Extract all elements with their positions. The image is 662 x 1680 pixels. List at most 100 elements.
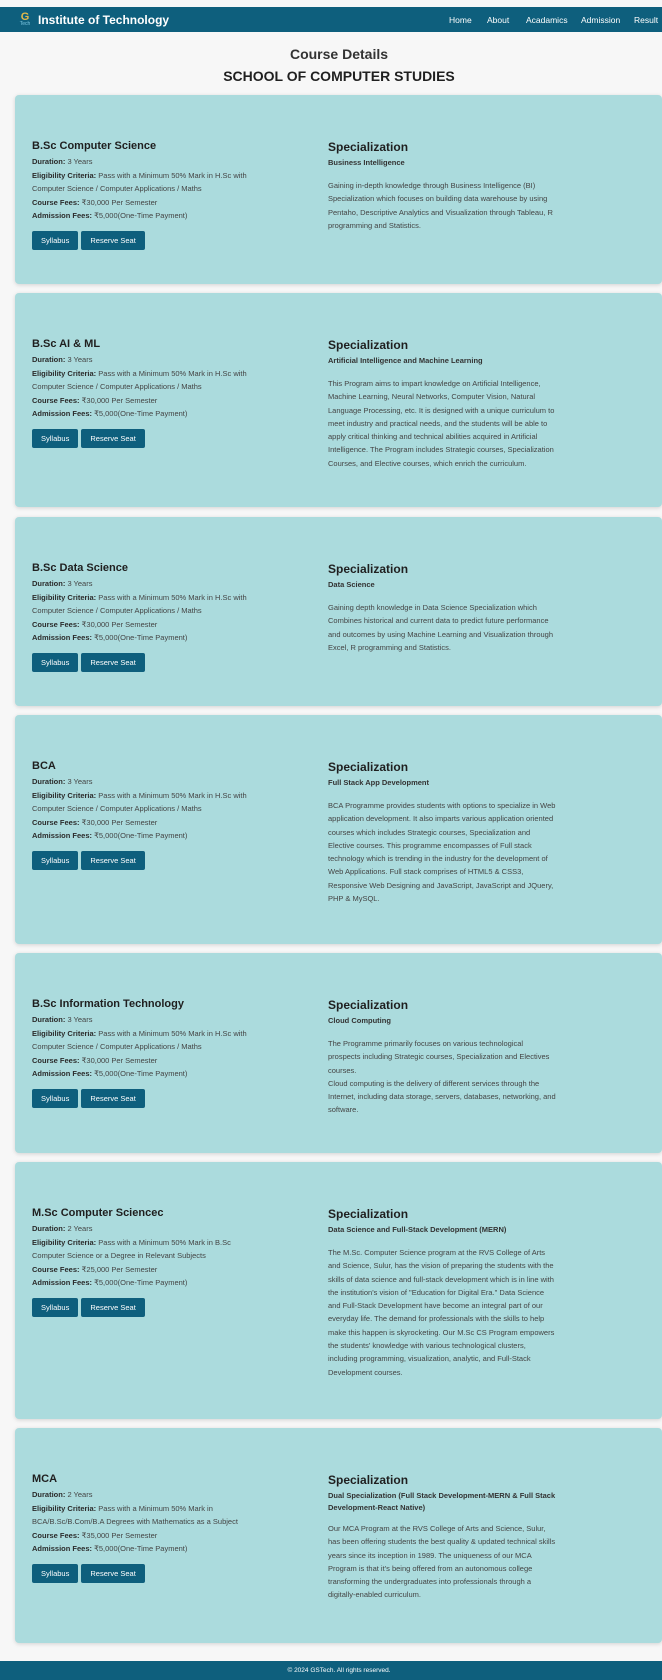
specialization-description: This Program aims to impart knowledge on… (328, 379, 555, 468)
eligibility-value-cont: Computer Science or a Degree in Relevant… (32, 1251, 206, 1260)
admission-value: ₹5,000(One-Time Payment) (94, 1544, 188, 1553)
specialization-heading: Specialization (328, 1207, 409, 1221)
admission-value: ₹5,000(One-Time Payment) (94, 633, 188, 642)
navbar: G Tech Institute of Technology Home Abou… (0, 7, 662, 32)
fees-label: Course Fees: (32, 619, 80, 629)
specialization-name: Full Stack App Development (328, 778, 429, 787)
specialization-description: The Programme primarily focuses on vario… (328, 1039, 556, 1115)
specialization-description: Gaining depth knowledge in Data Science … (328, 603, 554, 652)
eligibility-value: Pass with a Minimum 50% Mark in (98, 1503, 213, 1513)
school-title: SCHOOL OF COMPUTER STUDIES (223, 68, 455, 84)
course-name: BCA (32, 760, 56, 772)
page-title: Course Details (289, 46, 389, 62)
course-card: B.Sc Data Science Duration: 3 Years Elig… (15, 517, 662, 706)
specialization-heading: Specialization (328, 760, 409, 774)
fees-value: ₹30,000 Per Semester (81, 395, 158, 405)
duration-value: 3 Years (67, 1015, 93, 1024)
reserve-seat-button[interactable]: Reserve Seat (81, 230, 145, 250)
admission-label: Admission Fees: (32, 1278, 93, 1287)
duration-label: Duration: (32, 1224, 66, 1233)
specialization-name: Cloud Computing (328, 1016, 391, 1025)
fees-label: Course Fees: (32, 1055, 80, 1065)
fees-value: ₹30,000 Per Semester (81, 197, 158, 207)
syllabus-button[interactable]: Syllabus (32, 230, 79, 250)
specialization-heading: Specialization (328, 998, 409, 1012)
course-card: B.Sc AI & ML Duration: 3 Years Eligibili… (15, 293, 662, 507)
course-name: B.Sc Information Technology (32, 998, 184, 1010)
admission-label: Admission Fees: (32, 831, 93, 840)
course-card: MCA Duration: 2 Years Eligibility Criter… (15, 1428, 662, 1643)
nav-link-academics[interactable]: Acadamics (526, 15, 568, 25)
course-card: B.Sc Computer Science Duration: 3 Years … (15, 95, 662, 284)
fees-value: ₹30,000 Per Semester (81, 619, 158, 629)
course-name: MCA (32, 1473, 58, 1485)
specialization-description: Our MCA Program at the RVS College of Ar… (328, 1524, 556, 1600)
reserve-seat-button[interactable]: Reserve Seat (81, 1297, 145, 1317)
fees-value: ₹30,000 Per Semester (81, 1055, 158, 1065)
eligibility-value: Pass with a Minimum 50% Mark in H.Sc wit… (98, 1028, 247, 1038)
syllabus-button[interactable]: Syllabus (32, 1297, 79, 1317)
eligibility-value-cont: Computer Science / Computer Applications… (32, 184, 202, 193)
course-name: B.Sc AI & ML (32, 338, 101, 350)
admission-value: ₹5,000(One-Time Payment) (94, 1278, 188, 1287)
reserve-seat-button[interactable]: Reserve Seat (81, 1088, 145, 1108)
eligibility-value: Pass with a Minimum 50% Mark in H.Sc wit… (98, 592, 247, 602)
specialization-name: Dual Specialization (Full Stack Developm… (328, 1491, 556, 1512)
admission-label: Admission Fees: (32, 633, 93, 642)
copyright-text: © 2024 GSTech. All rights reserved. (287, 1667, 391, 1674)
syllabus-button[interactable]: Syllabus (32, 1088, 79, 1108)
reserve-seat-button[interactable]: Reserve Seat (81, 428, 145, 448)
duration-value: 3 Years (67, 777, 93, 786)
footer: © 2024 GSTech. All rights reserved. (0, 1661, 662, 1680)
duration-label: Duration: (32, 1490, 66, 1499)
fees-label: Course Fees: (32, 1264, 80, 1274)
specialization-name: Data Science (328, 580, 375, 589)
specialization-description: BCA Programme provides students with opt… (328, 801, 556, 904)
duration-value: 3 Years (67, 157, 93, 166)
nav-links: Home About Acadamics Admission Result (0, 7, 662, 32)
specialization-heading: Specialization (328, 562, 409, 576)
eligibility-value: Pass with a Minimum 50% Mark in H.Sc wit… (98, 170, 247, 180)
reserve-seat-button[interactable]: Reserve Seat (81, 850, 145, 870)
nav-link-about[interactable]: About (487, 15, 509, 25)
fees-value: ₹35,000 Per Semester (81, 1530, 158, 1540)
duration-label: Duration: (32, 1015, 66, 1024)
eligibility-value-cont: BCA/B.Sc/B.Com/B.A Degrees with Mathemat… (32, 1517, 238, 1526)
admission-label: Admission Fees: (32, 1544, 93, 1553)
nav-link-home[interactable]: Home (449, 15, 472, 25)
specialization-name: Data Science and Full-Stack Development … (328, 1225, 507, 1234)
eligibility-label: Eligibility Criteria: (32, 592, 97, 602)
eligibility-value: Pass with a Minimum 50% Mark in H.Sc wit… (98, 368, 247, 378)
syllabus-button[interactable]: Syllabus (32, 428, 79, 448)
duration-label: Duration: (32, 579, 66, 588)
eligibility-value-cont: Computer Science / Computer Applications… (32, 1042, 202, 1051)
specialization-name: Business Intelligence (328, 158, 405, 167)
duration-value: 3 Years (67, 355, 93, 364)
admission-value: ₹5,000(One-Time Payment) (94, 409, 188, 418)
nav-link-result[interactable]: Result (634, 15, 658, 25)
duration-label: Duration: (32, 355, 66, 364)
eligibility-label: Eligibility Criteria: (32, 1028, 97, 1038)
course-card: BCA Duration: 3 Years Eligibility Criter… (15, 715, 662, 944)
reserve-seat-button[interactable]: Reserve Seat (81, 1563, 145, 1583)
syllabus-button[interactable]: Syllabus (32, 652, 79, 672)
duration-label: Duration: (32, 777, 66, 786)
syllabus-button[interactable]: Syllabus (32, 1563, 79, 1583)
admission-value: ₹5,000(One-Time Payment) (94, 831, 188, 840)
duration-label: Duration: (32, 157, 66, 166)
duration-value: 2 Years (67, 1490, 93, 1499)
course-card: B.Sc Information Technology Duration: 3 … (15, 953, 662, 1153)
fees-value: ₹30,000 Per Semester (81, 817, 158, 827)
specialization-heading: Specialization (328, 338, 409, 352)
syllabus-button[interactable]: Syllabus (32, 850, 79, 870)
duration-value: 2 Years (67, 1224, 93, 1233)
eligibility-value-cont: Computer Science / Computer Applications… (32, 382, 202, 391)
reserve-seat-button[interactable]: Reserve Seat (81, 652, 145, 672)
eligibility-label: Eligibility Criteria: (32, 1503, 97, 1513)
fees-label: Course Fees: (32, 395, 80, 405)
course-card: M.Sc Computer Sciencec Duration: 2 Years… (15, 1162, 662, 1419)
specialization-heading: Specialization (328, 140, 409, 154)
admission-value: ₹5,000(One-Time Payment) (94, 211, 188, 220)
nav-link-admission[interactable]: Admission (581, 15, 620, 25)
fees-label: Course Fees: (32, 1530, 80, 1540)
